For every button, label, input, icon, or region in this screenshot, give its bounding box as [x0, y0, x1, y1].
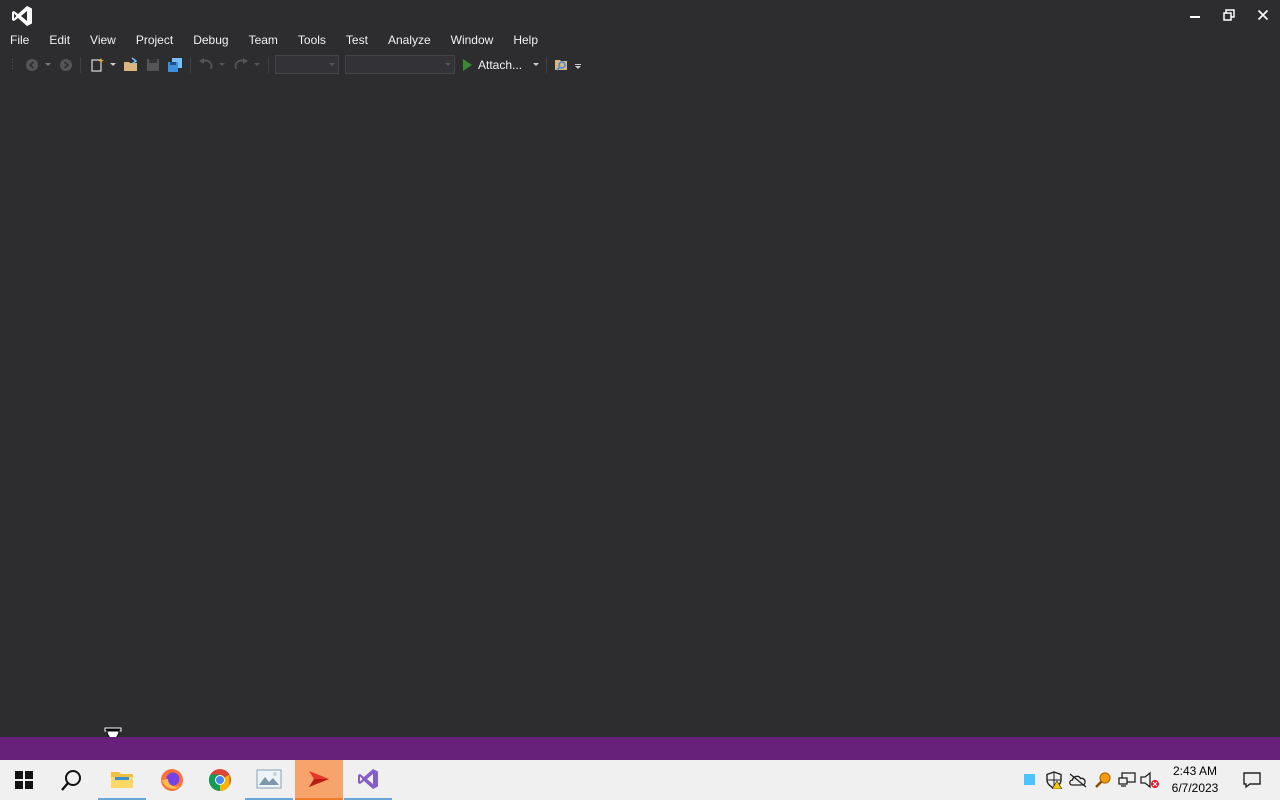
tray-onedrive[interactable] [1068, 770, 1088, 790]
open-file-icon [124, 57, 138, 71]
menu-window[interactable]: Window [441, 30, 504, 52]
new-project-icon [91, 58, 104, 72]
attach-button[interactable]: Attach... [462, 53, 536, 77]
undo-dropdown[interactable] [216, 53, 228, 77]
start-icon [15, 771, 33, 789]
volume-muted-icon [1140, 771, 1159, 789]
restore-icon [1223, 9, 1235, 21]
forward-icon [60, 59, 72, 71]
taskbar-visual-studio[interactable] [344, 760, 392, 800]
visual-studio-icon [10, 5, 34, 27]
save-all-button[interactable] [165, 53, 185, 77]
toolbar-separator [80, 57, 81, 73]
menu-view[interactable]: View [80, 30, 126, 52]
new-project-button[interactable] [87, 53, 107, 77]
menu-debug[interactable]: Debug [183, 30, 238, 52]
title-bar [0, 0, 1280, 30]
toolbar-grip[interactable] [10, 53, 16, 77]
photos-icon [256, 769, 282, 789]
open-file-button[interactable] [121, 53, 141, 77]
sticky-note-icon [1024, 774, 1035, 785]
taskbar-search-button[interactable] [48, 760, 96, 800]
save-icon [147, 59, 159, 71]
solution-configuration-combo[interactable] [275, 55, 339, 74]
toolbar-separator [190, 57, 191, 73]
attach-label: Attach... [478, 58, 523, 72]
find-in-files-icon [555, 60, 567, 71]
save-all-icon [168, 58, 182, 72]
action-center-icon [1243, 772, 1261, 789]
tray-sticky-note[interactable] [1020, 770, 1040, 790]
redo-button[interactable] [231, 53, 251, 77]
network-icon [1118, 772, 1136, 787]
close-icon [1257, 9, 1269, 21]
play-icon [463, 59, 472, 71]
action-center-button[interactable] [1232, 760, 1272, 800]
taskbar-file-explorer[interactable] [98, 760, 146, 800]
toolbar-separator [546, 57, 547, 73]
restore-button[interactable] [1212, 0, 1246, 30]
chrome-icon [209, 769, 231, 791]
taskbar-photos[interactable] [245, 760, 293, 800]
tray-security[interactable] [1044, 770, 1064, 790]
find-in-files-button[interactable] [551, 53, 571, 77]
menu-bar: File Edit View Project Debug Team Tools … [0, 30, 548, 52]
standard-toolbar: Attach... [0, 53, 1280, 77]
solution-platform-combo[interactable] [345, 55, 455, 74]
toolbar-separator [268, 57, 269, 73]
menu-team[interactable]: Team [239, 30, 288, 52]
menu-analyze[interactable]: Analyze [378, 30, 441, 52]
forward-button[interactable] [56, 53, 76, 77]
taskbar-red-arrow-app[interactable] [295, 760, 343, 800]
menu-project[interactable]: Project [126, 30, 183, 52]
save-button[interactable] [143, 53, 163, 77]
clock-date: 6/7/2023 [1171, 781, 1219, 795]
search-icon [61, 770, 81, 791]
new-project-dropdown[interactable] [107, 53, 119, 77]
tray-network[interactable] [1117, 770, 1137, 790]
toolbar-overflow-button[interactable] [572, 53, 584, 77]
menu-test[interactable]: Test [336, 30, 378, 52]
clock-time: 2:43 AM [1172, 764, 1218, 778]
tray-search-tool[interactable] [1093, 770, 1113, 790]
shield-warning-icon [1046, 771, 1063, 789]
close-button[interactable] [1246, 0, 1280, 30]
menu-tools[interactable]: Tools [288, 30, 336, 52]
taskbar-clock[interactable]: 2:43 AM 6/7/2023 [1162, 763, 1228, 797]
undo-icon [199, 58, 213, 70]
status-bar [0, 737, 1280, 760]
menu-file[interactable]: File [0, 30, 39, 52]
menu-edit[interactable]: Edit [39, 30, 80, 52]
search-tool-icon [1095, 772, 1111, 788]
start-button[interactable] [0, 760, 48, 800]
minimize-icon [1190, 16, 1200, 18]
attach-dropdown[interactable] [530, 53, 542, 77]
undo-button[interactable] [196, 53, 216, 77]
visual-studio-icon [358, 769, 378, 789]
minimize-button[interactable] [1178, 0, 1212, 30]
taskbar-firefox[interactable] [148, 760, 196, 800]
taskbar-chrome[interactable] [196, 760, 244, 800]
overflow-icon [575, 64, 581, 69]
back-dropdown[interactable] [42, 53, 54, 77]
file-explorer-icon [111, 772, 133, 788]
menu-help[interactable]: Help [503, 30, 548, 52]
back-button[interactable] [22, 53, 42, 77]
red-arrow-app-icon [309, 771, 329, 787]
redo-icon [234, 58, 248, 70]
tray-volume[interactable] [1140, 770, 1160, 790]
ide-workspace [0, 80, 1280, 754]
back-icon [26, 59, 38, 71]
windows-taskbar: 2:43 AM 6/7/2023 [0, 760, 1280, 800]
cloud-offline-icon [1069, 773, 1087, 788]
firefox-icon [161, 769, 183, 791]
redo-dropdown[interactable] [251, 53, 263, 77]
